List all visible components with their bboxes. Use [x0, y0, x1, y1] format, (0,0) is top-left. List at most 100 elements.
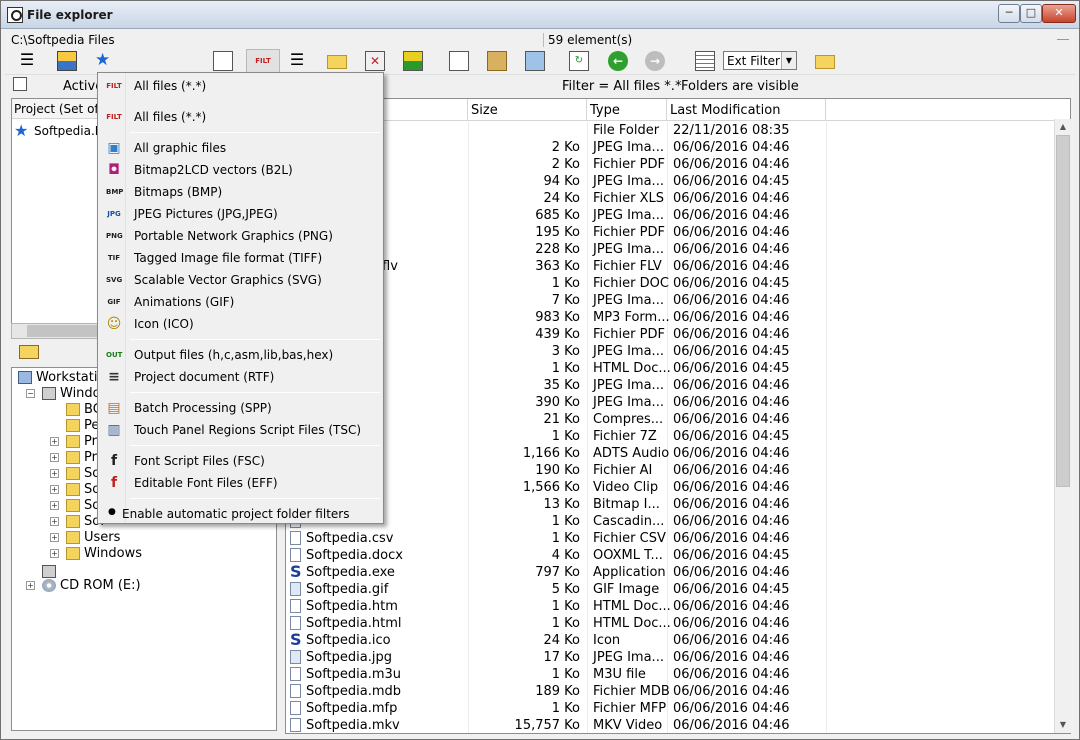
file-row[interactable]: zip21 KoCompres...06/06/2016 04:46	[286, 411, 1056, 428]
scroll-down-icon[interactable]: ▼	[1055, 717, 1071, 733]
expand-icon[interactable]: +	[50, 485, 59, 494]
ext-filter-select[interactable]: Ext Filter ▼	[723, 51, 797, 70]
menu-item[interactable]: FILT All files (*.*)	[100, 106, 381, 128]
title-bar[interactable]: File explorer ─ □ ✕	[1, 1, 1079, 29]
column-header-date[interactable]: Last Modification	[667, 99, 826, 121]
file-row[interactable]: aves.jpg228 KoJPEG Ima...06/06/2016 04:4…	[286, 241, 1056, 258]
image-folder-icon[interactable]	[403, 51, 423, 71]
column-header-size[interactable]: Size	[468, 99, 587, 121]
file-row[interactable]: t.pdf439 KoFichier PDF06/06/2016 04:46	[286, 326, 1056, 343]
collapse-icon[interactable]: −	[26, 389, 35, 398]
refresh-icon[interactable]: ↻	[569, 51, 589, 71]
column-header-type[interactable]: Type	[587, 99, 667, 121]
delete-icon[interactable]: ✕	[365, 51, 385, 71]
menu-item[interactable]: f Font Script Files (FSC)	[100, 450, 381, 472]
menu-item[interactable]: FILT All files (*.*)	[100, 75, 381, 97]
expand-icon[interactable]: +	[50, 469, 59, 478]
expand-icon[interactable]: +	[26, 581, 35, 590]
menu-item[interactable]: BMP Bitmaps (BMP)	[100, 181, 381, 203]
close-button[interactable]: ✕	[1042, 4, 1076, 23]
auto-filter-toggle[interactable]: ● Enable automatic project folder filters	[100, 503, 381, 525]
menu-item[interactable]: ▣ All graphic files	[100, 137, 381, 159]
file-row[interactable]: Softpedia.htm 1 Ko HTML Doc... 06/06/2016 0…	[286, 598, 1056, 615]
expand-icon[interactable]: +	[50, 501, 59, 510]
chevron-down-icon[interactable]: ▼	[781, 52, 796, 69]
menu-item[interactable]: OUT Output files (h,c,asm,lib,bas,hex)	[100, 344, 381, 366]
menu-item[interactable]: PNG Portable Network Graphics (PNG)	[100, 225, 381, 247]
menu-item[interactable]: ≡ Project document (RTF)	[100, 366, 381, 388]
expand-icon[interactable]: +	[50, 517, 59, 526]
forward-arrow-icon[interactable]: →	[645, 51, 665, 71]
file-row[interactable]: t.doc1 KoFichier DOC06/06/2016 04:45	[286, 275, 1056, 292]
menu-item[interactable]: ☺ Icon (ICO)	[100, 313, 381, 335]
file-row[interactable]: File Folder 22/11/2016 08:35	[286, 122, 1056, 139]
file-row[interactable]: Softpedia.mkv 15,757 Ko MKV Video 06/06/201…	[286, 717, 1056, 733]
file-row[interactable]: Softpedia.m3u 1 Ko M3U file 06/06/2016 04:4…	[286, 666, 1056, 683]
open-folder-icon[interactable]	[327, 55, 347, 69]
file-row[interactable]: 190 Ko Fichier AI 06/06/2016 04:46	[286, 462, 1056, 479]
menu-item[interactable]: GIF Animations (GIF)	[100, 291, 381, 313]
project-star-icon[interactable]: ★	[95, 51, 115, 71]
expand-icon[interactable]: +	[50, 453, 59, 462]
menu-item[interactable]: JPG JPEG Pictures (JPG,JPEG)	[100, 203, 381, 225]
file-row[interactable]: S Softpedia.ico 24 Ko Icon 06/06/2016 04:46	[286, 632, 1056, 649]
minimize-button[interactable]: ─	[998, 4, 1020, 23]
menu-item[interactable]: f Editable Font Files (EFF)	[100, 472, 381, 494]
expand-icon[interactable]: +	[50, 533, 59, 542]
file-row[interactable]: c1,166 KoADTS Audio06/06/2016 04:46	[286, 445, 1056, 462]
file-row[interactable]: Softpedia.docx 4 Ko OOXML T... 06/06/2016 0…	[286, 547, 1056, 564]
filter-button[interactable]: FILT	[246, 49, 280, 73]
folder-settings-icon[interactable]	[57, 51, 77, 71]
folder-up-icon[interactable]	[19, 345, 39, 359]
file-row[interactable]: df2 KoFichier PDF06/06/2016 04:46	[286, 156, 1056, 173]
grip-handle[interactable]	[1057, 39, 1069, 40]
menu-item[interactable]: TIF Tagged Image file format (TIFF)	[100, 247, 381, 269]
menu-item[interactable]: SVG Scalable Vector Graphics (SVG)	[100, 269, 381, 291]
menu-item[interactable]: ▥ Touch Panel Regions Script Files (TSC)	[100, 419, 381, 441]
file-row[interactable]: 1,566 Ko Video Clip 06/06/2016 04:46	[286, 479, 1056, 496]
menu-item[interactable]: ▤ Batch Processing (SPP)	[100, 397, 381, 419]
new-folder-icon[interactable]	[815, 55, 835, 69]
save-icon[interactable]	[13, 77, 27, 91]
file-row[interactable]: Softpedia.mfp 1 Ko Fichier MFP 06/06/2016 0…	[286, 700, 1056, 717]
file-row[interactable]: ntact.xls24 KoFichier XLS06/06/2016 04:4…	[286, 190, 1056, 207]
file-row[interactable]: nter.jpg390 KoJPEG Ima...06/06/2016 04:4…	[286, 394, 1056, 411]
file-row[interactable]: Softpedia.html 1 Ko HTML Doc... 06/06/2016 …	[286, 615, 1056, 632]
file-list-scrollbar[interactable]: ▲ ▼	[1054, 119, 1071, 733]
folder-copy-icon[interactable]	[487, 51, 507, 71]
file-row[interactable]: Softpedia.csv 1 Ko Fichier CSV 06/06/2016 0…	[286, 530, 1056, 547]
menu-item-label: All files (*.*)	[134, 110, 207, 124]
file-row[interactable]: ages.PDF195 KoFichier PDF06/06/2016 04:4…	[286, 224, 1056, 241]
expand-icon[interactable]: +	[50, 437, 59, 446]
file-row[interactable]: ted.jpg3 KoJPEG Ima...06/06/2016 04:45	[286, 343, 1056, 360]
file-row[interactable]: 1 Ko Fichier 7Z 06/06/2016 04:45	[286, 428, 1056, 445]
maximize-button[interactable]: □	[1020, 4, 1042, 23]
back-arrow-icon[interactable]: ←	[608, 51, 628, 71]
expand-icon[interactable]: +	[50, 549, 59, 558]
file-row[interactable]: S Softpedia.exe 797 Ko Application 06/06/201…	[286, 564, 1056, 581]
file-row[interactable]: t.html1 KoHTML Doc...06/06/2016 04:45	[286, 360, 1056, 377]
document-icon[interactable]	[449, 51, 469, 71]
file-row[interactable]: t.jpg7 KoJPEG Ima...06/06/2016 04:46	[286, 292, 1056, 309]
file-row[interactable]: Softpedia.jpg 17 Ko JPEG Ima... 06/06/2016 …	[286, 649, 1056, 666]
scroll-up-icon[interactable]: ▲	[1055, 119, 1071, 135]
auto-filter-label: Enable automatic project folder filters	[122, 507, 350, 521]
file-row[interactable]: p13 KoBitmap I...06/06/2016 04:46	[286, 496, 1056, 513]
scrollbar-thumb[interactable]	[27, 325, 107, 337]
menu-icon[interactable]: ☰	[17, 51, 37, 71]
grid-view-icon[interactable]	[695, 51, 715, 71]
file-row[interactable]: t slideshow.flv363 KoFichier FLV06/06/20…	[286, 258, 1056, 275]
save-icon[interactable]	[213, 51, 233, 71]
file-row[interactable]: pg94 KoJPEG Ima...06/06/2016 04:45	[286, 173, 1056, 190]
menu-item[interactable]: ◘ Bitmap2LCD vectors (B2L)	[100, 159, 381, 181]
list-view-icon[interactable]: ☰	[287, 51, 307, 71]
scrollbar-thumb[interactable]	[1056, 135, 1070, 487]
file-row[interactable]: pg2 KoJPEG Ima...06/06/2016 04:46	[286, 139, 1056, 156]
file-row[interactable]: 1 Ko Cascadin... 06/06/2016 04:46	[286, 513, 1056, 530]
file-row[interactable]: t.mp3983 KoMP3 Form...06/06/2016 04:46	[286, 309, 1056, 326]
file-row[interactable]: Softpedia.gif 5 Ko GIF Image 06/06/2016 04:…	[286, 581, 1056, 598]
file-row[interactable]: est.jpg685 KoJPEG Ima...06/06/2016 04:46	[286, 207, 1056, 224]
file-row[interactable]: Softpedia.mdb 189 Ko Fichier MDB 06/06/2016…	[286, 683, 1056, 700]
picture-icon[interactable]	[525, 51, 545, 71]
file-row[interactable]: llpaper.jpg35 KoJPEG Ima...06/06/2016 04…	[286, 377, 1056, 394]
